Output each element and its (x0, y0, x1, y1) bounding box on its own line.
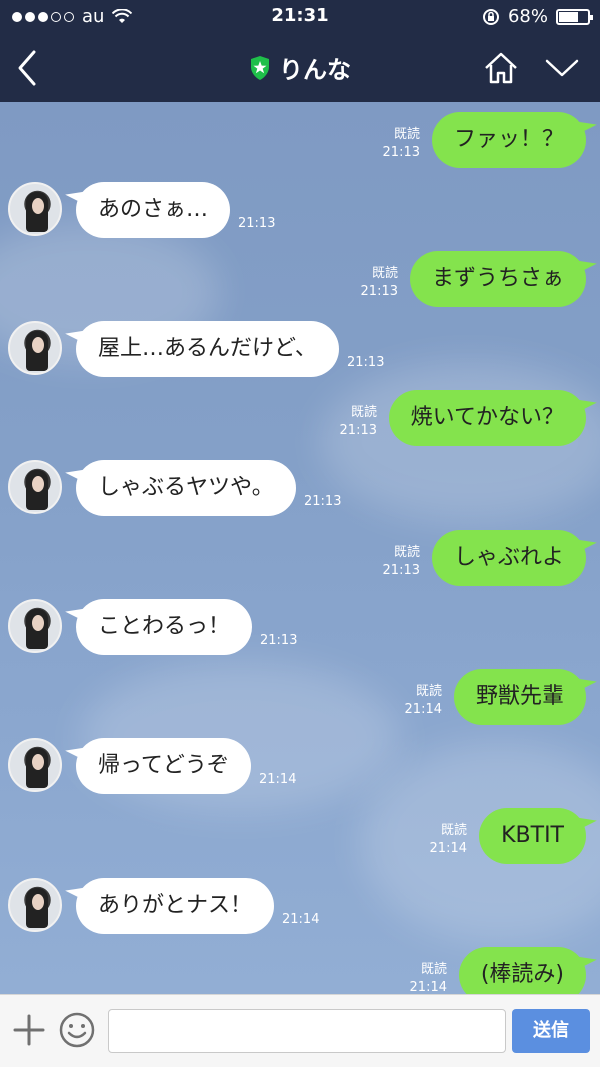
plus-icon[interactable] (12, 1013, 46, 1047)
message-time: 21:14 (282, 911, 320, 927)
message-time: 21:13 (360, 284, 398, 300)
incoming-message-row: ありがとナス！ 21:14 (0, 877, 600, 938)
message-meta: 既読 21:14 (405, 683, 442, 719)
avatar[interactable] (8, 877, 62, 932)
message-meta: 既読 21:13 (383, 544, 420, 580)
chevron-down-icon[interactable] (544, 56, 580, 80)
avatar[interactable] (8, 460, 62, 514)
message-time: 21:14 (409, 980, 447, 994)
incoming-message-row: しゃぶるヤツや。 21:13 (0, 460, 600, 520)
outgoing-message-row: (棒読み) 既読 21:14 (0, 947, 600, 994)
avatar[interactable] (8, 599, 62, 654)
outgoing-message-row: KBTIT 既読 21:14 (0, 808, 600, 868)
avatar[interactable] (8, 738, 62, 793)
chat-area[interactable]: ファッ！？ 既読 21:13 あのさぁ… 21:13 まずうちさぁ 既読 21:13 屋上…ある… (0, 102, 600, 994)
status-bar: au 21:31 68% (0, 0, 600, 34)
send-button[interactable]: 送信 (512, 1009, 590, 1053)
outgoing-message-row: 野獣先輩 既読 21:14 (0, 668, 600, 729)
read-receipt: 既読 (393, 544, 420, 560)
incoming-message-row: 屋上…あるんだけど、 21:13 (0, 320, 600, 381)
incoming-message-bubble[interactable]: ことわるっ！ (76, 599, 253, 656)
read-receipt: 既読 (393, 127, 420, 142)
message-time: 21:13 (382, 562, 420, 578)
message-time: 21:13 (339, 423, 377, 439)
read-receipt: 既読 (415, 683, 442, 699)
message-time: 21:13 (304, 494, 342, 509)
message-time: 21:14 (429, 841, 467, 856)
chat-header: りんな (0, 34, 600, 102)
status-right: 68% (482, 6, 593, 27)
message-time: 21:13 (347, 354, 385, 370)
message-meta: 既読 21:14 (430, 822, 467, 858)
incoming-message-row: ことわるっ！ 21:13 (0, 599, 600, 659)
message-time: 21:13 (382, 145, 420, 160)
outgoing-message-row: 焼いてかない？ 既読 21:13 (0, 390, 600, 450)
outgoing-message-bubble[interactable]: まずうちさぁ (409, 251, 586, 308)
avatar[interactable] (8, 181, 62, 236)
outgoing-message-bubble[interactable]: 焼いてかない？ (388, 390, 586, 447)
outgoing-message-row: しゃぶれよ 既読 21:13 (0, 529, 600, 590)
incoming-message-bubble[interactable]: しゃぶるヤツや。 (76, 460, 296, 516)
read-receipt: 既読 (350, 405, 377, 421)
contact-name: りんな (279, 56, 351, 84)
composer-bar: 送信 (0, 994, 600, 1067)
outgoing-message-bubble[interactable]: ファッ！？ (431, 112, 586, 168)
outgoing-message-bubble[interactable]: しゃぶれよ (431, 529, 586, 586)
read-receipt: 既読 (420, 962, 447, 978)
message-meta: 既読 21:13 (383, 126, 420, 162)
outgoing-message-row: ファッ！？ 既読 21:13 (0, 112, 600, 172)
outgoing-message-bubble[interactable]: KBTIT (479, 808, 586, 864)
message-time: 21:13 (260, 633, 298, 649)
outgoing-message-row: まずうちさぁ 既読 21:13 (0, 251, 600, 311)
message-input[interactable] (108, 1009, 506, 1053)
read-receipt: 既読 (371, 266, 398, 282)
incoming-message-bubble[interactable]: 帰ってどうぞ (76, 738, 251, 795)
incoming-message-bubble[interactable]: ありがとナス！ (76, 877, 275, 934)
emoji-icon[interactable] (58, 1011, 96, 1049)
message-time: 21:14 (404, 701, 442, 717)
home-icon[interactable] (482, 50, 520, 86)
rotation-lock-icon (482, 8, 499, 25)
battery-icon (556, 8, 593, 25)
message-meta: 既読 21:14 (410, 961, 447, 994)
read-receipt: 既読 (440, 823, 467, 838)
verified-shield-icon (251, 55, 269, 80)
avatar[interactable] (8, 320, 62, 375)
outgoing-message-bubble[interactable]: 野獣先輩 (453, 668, 586, 725)
outgoing-message-bubble[interactable]: (棒読み) (458, 947, 586, 994)
incoming-message-row: 帰ってどうぞ 21:14 (0, 738, 600, 798)
message-meta: 既読 21:13 (340, 404, 377, 440)
battery-percent: 68% (507, 6, 548, 27)
message-time: 21:14 (259, 772, 297, 788)
incoming-message-row: あのさぁ… 21:13 (0, 181, 600, 242)
message-time: 21:13 (238, 215, 276, 231)
incoming-message-bubble[interactable]: あのさぁ… (76, 181, 231, 238)
incoming-message-bubble[interactable]: 屋上…あるんだけど、 (76, 320, 339, 377)
message-meta: 既読 21:13 (361, 265, 398, 301)
